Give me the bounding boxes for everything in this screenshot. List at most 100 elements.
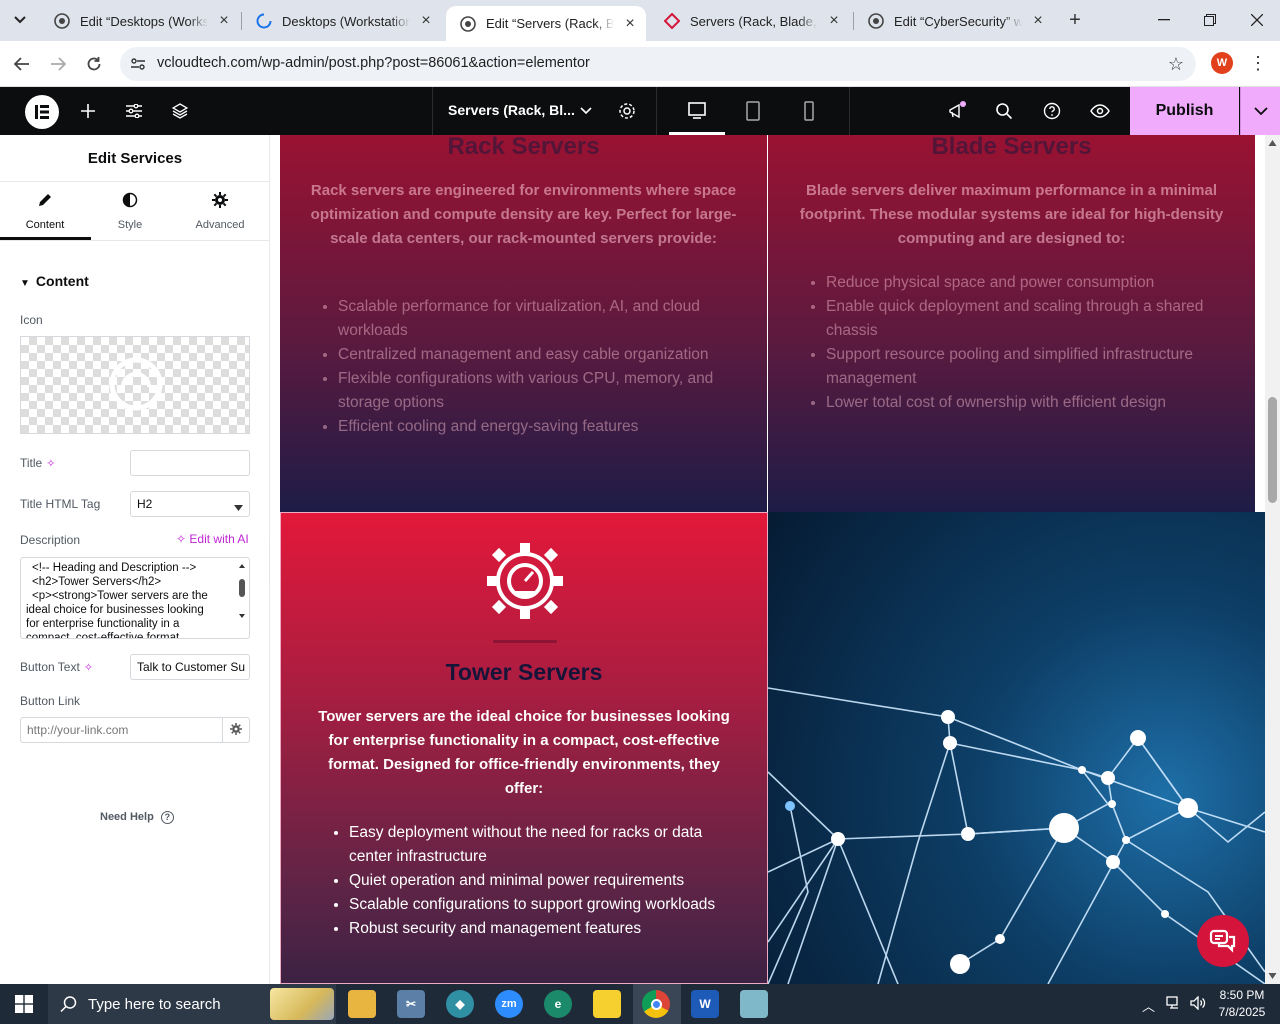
elementor-logo-icon[interactable] — [25, 95, 59, 129]
tab-style[interactable]: Style — [85, 183, 175, 240]
section-toggle-content[interactable]: ▼ Content — [20, 273, 89, 289]
restore-icon[interactable] — [1196, 8, 1224, 32]
close-window-icon[interactable] — [1243, 8, 1271, 32]
search-placeholder: Type here to search — [88, 995, 221, 1013]
desktop-view-icon[interactable] — [685, 99, 709, 123]
profile-avatar[interactable]: W — [1211, 52, 1233, 74]
tab-label: Edit “Desktops (Workstations… — [80, 13, 208, 29]
pencil-icon — [37, 192, 53, 213]
title-html-tag-select[interactable]: H2 — [130, 491, 250, 517]
rack-servers-card[interactable]: Rack Servers Rack servers are engineered… — [280, 135, 767, 512]
close-tab-icon[interactable]: × — [216, 12, 232, 29]
link-options-gear-icon[interactable] — [222, 717, 250, 743]
scrollbar-thumb[interactable] — [1268, 397, 1277, 503]
close-tab-icon[interactable]: × — [826, 12, 842, 29]
url-text: vcloudtech.com/wp-admin/post.php?post=86… — [157, 55, 590, 71]
edge-browser-icon[interactable]: e — [544, 990, 572, 1018]
taskbar-search-box[interactable]: Type here to search — [48, 984, 336, 1024]
zoom-icon[interactable]: zm — [495, 990, 523, 1018]
structure-layers-icon[interactable] — [168, 99, 192, 123]
close-tab-icon[interactable]: × — [1030, 12, 1046, 29]
help-icon[interactable] — [1040, 99, 1064, 123]
new-tab-icon[interactable]: + — [1064, 9, 1086, 31]
chevron-down-icon[interactable] — [580, 102, 592, 118]
browser-tab[interactable]: Servers (Rack, Blade, Tow… × — [650, 6, 850, 36]
need-help-link[interactable]: Need Help ? — [100, 811, 174, 824]
diamond-app-icon[interactable]: ◆ — [446, 990, 474, 1018]
network-background-image — [768, 512, 1265, 984]
site-settings-icon[interactable] — [122, 99, 146, 123]
volume-icon[interactable] — [1190, 995, 1206, 1013]
wordpress-icon — [868, 13, 884, 29]
chrome-icon[interactable] — [642, 990, 670, 1018]
omnibox[interactable]: vcloudtech.com/wp-admin/post.php?post=86… — [120, 47, 1196, 81]
list-item: Easy deployment without the need for rac… — [349, 821, 739, 869]
forward-icon[interactable] — [46, 52, 70, 76]
gear-gauge-icon — [109, 357, 163, 411]
ai-sparkle-icon[interactable]: ✧ — [84, 662, 93, 674]
title-input[interactable] — [130, 450, 250, 476]
browser-tab[interactable]: Edit “CyberSecurity” with… × — [854, 6, 1054, 36]
list-item: Scalable performance for virtualization,… — [338, 295, 747, 343]
browser-tab-active[interactable]: Edit “Servers (Rack, Blade… × — [446, 6, 646, 41]
tablet-view-icon[interactable] — [741, 99, 765, 123]
edit-with-ai-link[interactable]: ✧ Edit with AI — [176, 532, 249, 546]
reload-icon[interactable] — [82, 52, 106, 76]
back-icon[interactable] — [10, 52, 34, 76]
rack-servers-title: Rack Servers — [447, 135, 600, 160]
notepad-icon[interactable] — [740, 990, 768, 1018]
publish-button[interactable]: Publish — [1130, 87, 1239, 135]
close-tab-icon[interactable]: × — [418, 12, 434, 29]
chat-bubbles-icon — [1209, 929, 1236, 953]
tower-servers-card[interactable]: Tower Servers Tower servers are the idea… — [280, 512, 768, 984]
tab-search-menu-icon[interactable] — [8, 8, 32, 32]
page-canvas: Rack Servers Rack servers are engineered… — [270, 135, 1265, 984]
publish-options-chevron-icon[interactable] — [1240, 87, 1280, 135]
code-line: for enterprise functionality in a — [26, 618, 180, 630]
snipping-tool-icon[interactable]: ✂ — [397, 990, 425, 1018]
notifications-megaphone-icon[interactable] — [945, 99, 969, 123]
document-title[interactable]: Servers (Rack, Bl... — [448, 102, 575, 118]
site-info-icon[interactable] — [130, 56, 146, 72]
system-clock[interactable]: 8:50 PM 7/8/2025 — [1212, 987, 1272, 1021]
show-hidden-icons-icon[interactable]: ︿ — [1142, 996, 1155, 1015]
add-element-icon[interactable] — [76, 99, 100, 123]
textarea-scrollbar[interactable] — [238, 562, 246, 634]
network-icon[interactable] — [1166, 996, 1182, 1013]
file-explorer-icon[interactable] — [348, 990, 376, 1018]
loading-icon — [256, 13, 272, 29]
button-link-label: Button Link — [20, 694, 81, 708]
close-tab-icon[interactable]: × — [622, 15, 638, 32]
half-circle-icon — [122, 192, 138, 213]
page-scrollbar[interactable] — [1265, 135, 1280, 984]
windows-start-icon[interactable] — [15, 995, 33, 1013]
blade-servers-list: Reduce physical space and power consumpt… — [826, 271, 1235, 415]
browser-menu-icon[interactable]: ⋮ — [1249, 52, 1267, 74]
search-icon — [60, 995, 78, 1018]
mobile-view-icon[interactable] — [797, 99, 821, 123]
code-line: <!-- Heading and Description --> — [32, 562, 197, 574]
sticky-notes-icon[interactable] — [593, 990, 621, 1018]
page-settings-gear-icon[interactable] — [615, 99, 639, 123]
browser-tab[interactable]: Edit “Desktops (Workstations… × — [40, 6, 240, 36]
tab-content[interactable]: Content — [0, 183, 91, 240]
ai-sparkle-icon[interactable]: ✧ — [46, 458, 55, 470]
browser-tab[interactable]: Desktops (Workstations, … × — [242, 6, 442, 36]
icon-picker[interactable] — [20, 336, 250, 434]
word-icon[interactable]: W — [691, 990, 719, 1018]
minimize-icon[interactable] — [1150, 8, 1178, 32]
code-line: ideal choice for businesses looking — [26, 604, 204, 616]
blade-servers-card[interactable]: Blade Servers Blade servers deliver maxi… — [768, 135, 1255, 512]
tab-advanced[interactable]: Advanced — [175, 183, 265, 240]
list-item: Support resource pooling and simplified … — [826, 343, 1235, 391]
search-icon[interactable] — [992, 99, 1016, 123]
tower-servers-description: Tower servers are the ideal choice for b… — [318, 708, 730, 797]
title-html-tag-label: Title HTML Tag — [20, 497, 101, 511]
icon-label: Icon — [20, 313, 43, 327]
button-text-input[interactable]: Talk to Customer Su — [130, 654, 250, 680]
preview-eye-icon[interactable] — [1088, 99, 1112, 123]
button-link-input[interactable]: http://your-link.com — [20, 717, 223, 743]
chat-widget-button[interactable] — [1197, 915, 1249, 967]
description-textarea[interactable]: <!-- Heading and Description --> <h2>Tow… — [20, 557, 250, 639]
bookmark-star-icon[interactable]: ☆ — [1168, 54, 1184, 75]
